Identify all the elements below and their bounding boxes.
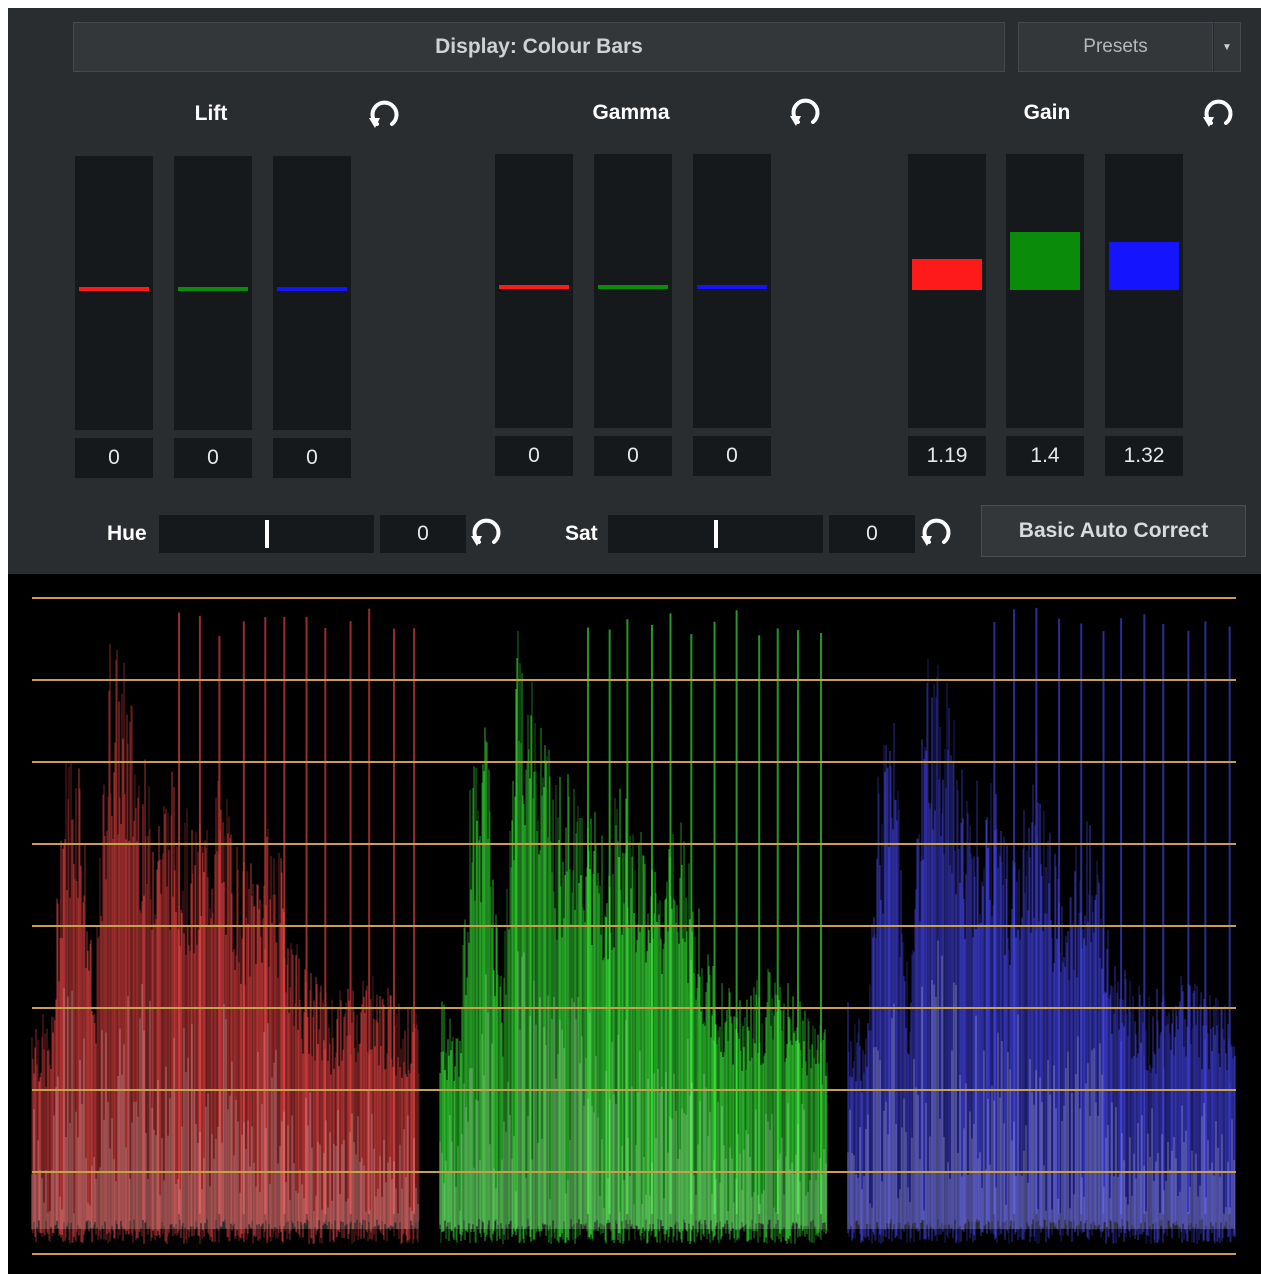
sat-slider[interactable] bbox=[608, 515, 823, 553]
display-mode-button[interactable]: Display: Colour Bars bbox=[73, 22, 1005, 72]
lift-red-slider[interactable] bbox=[75, 156, 153, 430]
lift-blue-slider[interactable] bbox=[273, 156, 351, 430]
gain-blue-slider[interactable] bbox=[1105, 154, 1183, 428]
gain-level-block[interactable] bbox=[1010, 232, 1080, 290]
hue-value[interactable]: 0 bbox=[380, 515, 466, 553]
hue-reset-icon[interactable] bbox=[467, 512, 505, 550]
slider-level-marker[interactable] bbox=[277, 287, 347, 291]
gain-level-block[interactable] bbox=[1109, 242, 1179, 290]
sat-value[interactable]: 0 bbox=[829, 515, 915, 553]
basic-auto-correct-button[interactable]: Basic Auto Correct bbox=[981, 505, 1246, 557]
gain-red-value[interactable]: 1.19 bbox=[908, 436, 986, 476]
slider-level-marker[interactable] bbox=[697, 285, 767, 289]
slider-level-marker[interactable] bbox=[598, 285, 668, 289]
gamma-title: Gamma bbox=[592, 101, 670, 124]
lift-reset-icon[interactable] bbox=[365, 94, 403, 132]
rgb-parade-waveform bbox=[8, 574, 1261, 1274]
hue-slider[interactable] bbox=[159, 515, 374, 553]
gamma-blue-value[interactable]: 0 bbox=[693, 436, 771, 476]
lift-title: Lift bbox=[194, 102, 228, 125]
sat-reset-icon[interactable] bbox=[917, 512, 955, 550]
gain-title: Gain bbox=[1023, 101, 1071, 124]
gamma-green-slider[interactable] bbox=[594, 154, 672, 428]
gain-green-value[interactable]: 1.4 bbox=[1006, 436, 1084, 476]
slider-level-marker[interactable] bbox=[178, 287, 248, 291]
lift-red-value[interactable]: 0 bbox=[75, 438, 153, 478]
lift-blue-value[interactable]: 0 bbox=[273, 438, 351, 478]
gain-blue-value[interactable]: 1.32 bbox=[1105, 436, 1183, 476]
slider-level-marker[interactable] bbox=[499, 285, 569, 289]
lift-green-slider[interactable] bbox=[174, 156, 252, 430]
controls-panel: Display: Colour Bars Presets ▼ Lift 0 0 … bbox=[8, 8, 1261, 574]
gamma-green-value[interactable]: 0 bbox=[594, 436, 672, 476]
gamma-red-value[interactable]: 0 bbox=[495, 436, 573, 476]
hue-label: Hue bbox=[107, 522, 147, 545]
gain-green-slider[interactable] bbox=[1006, 154, 1084, 428]
hue-slider-handle[interactable] bbox=[264, 520, 269, 548]
waveform-green-channel bbox=[439, 610, 828, 1244]
sat-slider-handle[interactable] bbox=[713, 520, 718, 548]
gain-level-block[interactable] bbox=[912, 259, 982, 290]
sat-label: Sat bbox=[565, 522, 598, 545]
presets-button[interactable]: Presets bbox=[1018, 22, 1213, 72]
gain-reset-icon[interactable] bbox=[1199, 93, 1237, 131]
lift-green-value[interactable]: 0 bbox=[174, 438, 252, 478]
gain-red-slider[interactable] bbox=[908, 154, 986, 428]
colour-correction-window: Display: Colour Bars Presets ▼ Lift 0 0 … bbox=[8, 8, 1261, 1274]
gamma-reset-icon[interactable] bbox=[786, 92, 824, 130]
gamma-red-slider[interactable] bbox=[495, 154, 573, 428]
gamma-blue-slider[interactable] bbox=[693, 154, 771, 428]
presets-dropdown-arrow-icon[interactable]: ▼ bbox=[1213, 22, 1241, 72]
slider-level-marker[interactable] bbox=[79, 287, 149, 291]
